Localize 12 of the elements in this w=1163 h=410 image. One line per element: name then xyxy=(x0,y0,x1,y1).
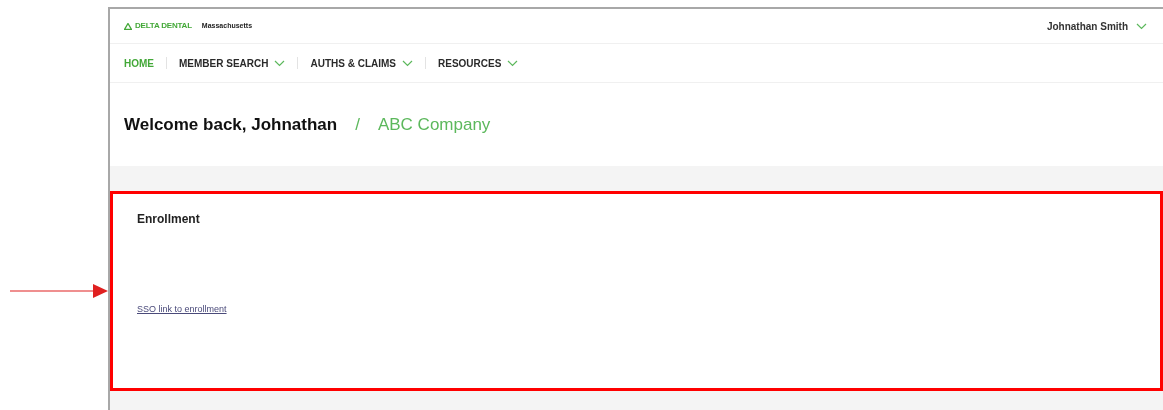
chevron-down-icon xyxy=(1136,22,1147,30)
nav-tab[interactable]: RESOURCES xyxy=(438,55,519,71)
brand-name: DELTA DENTAL xyxy=(135,20,192,32)
welcome-heading: Welcome back, Johnathan xyxy=(124,113,338,136)
company-name: ABC Company xyxy=(377,113,491,136)
logo-icon xyxy=(124,22,132,30)
enrollment-link[interactable]: SSO link to enrollment xyxy=(137,303,227,317)
nav-tab[interactable]: MEMBER SEARCH xyxy=(179,55,286,71)
card-title: Enrollment xyxy=(137,211,200,228)
user-menu[interactable]: Johnathan Smith xyxy=(1046,18,1147,34)
nav-tab[interactable]: AUTHS & CLAIMS xyxy=(310,55,413,71)
breadcrumb-separator: / xyxy=(355,113,360,136)
